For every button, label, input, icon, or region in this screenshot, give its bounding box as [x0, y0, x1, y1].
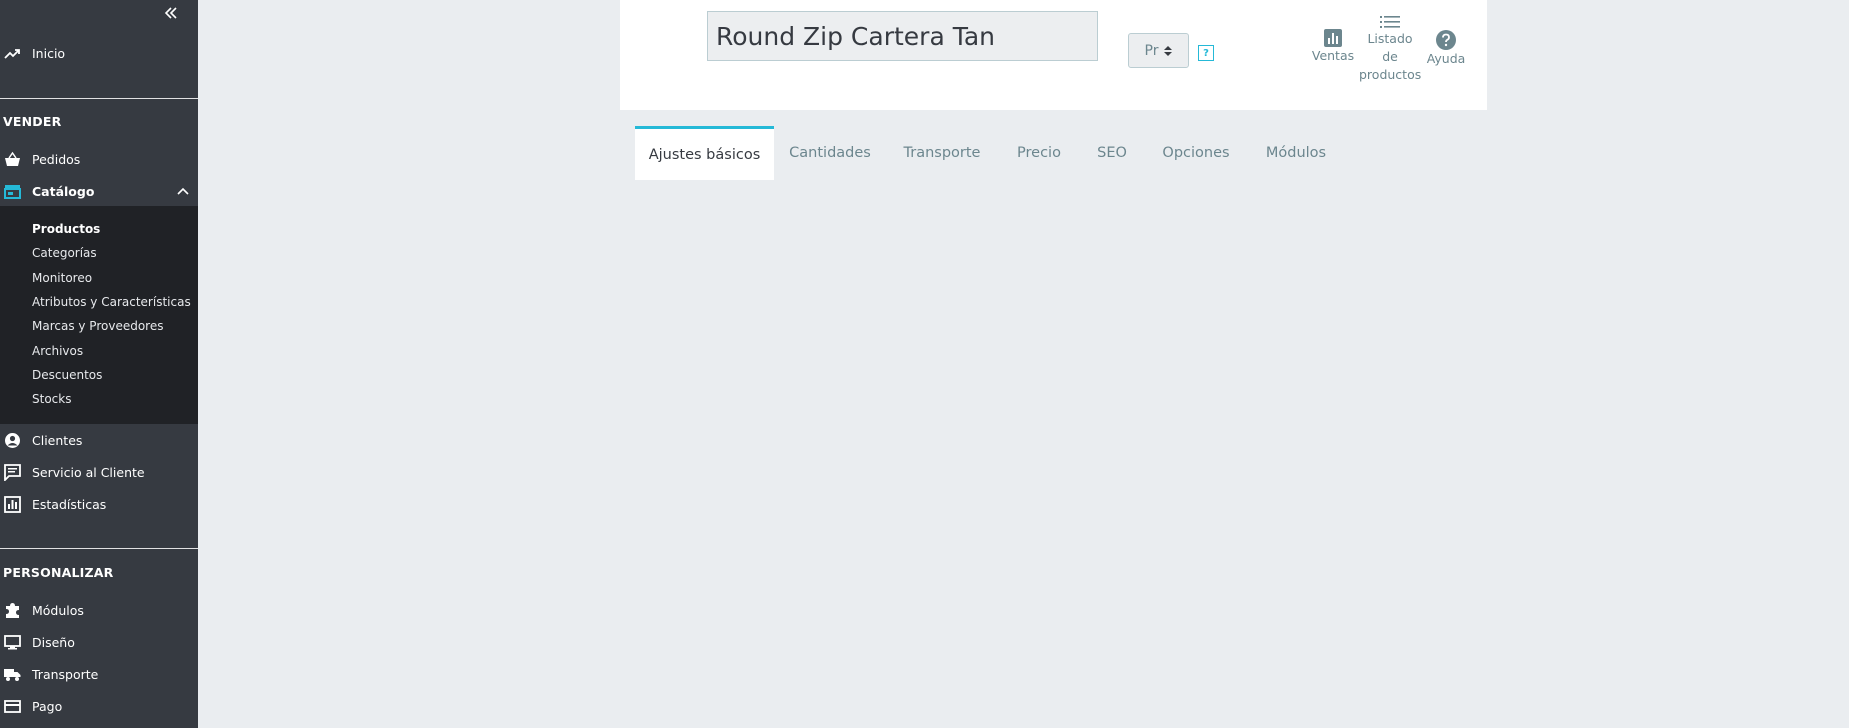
sidebar: Inicio VENDER Pedidos Catálogo Productos…	[0, 0, 198, 728]
collapse-sidebar-button[interactable]	[162, 4, 180, 22]
catalog-submenu: Productos Categorías Monitoreo Atributos…	[0, 206, 198, 424]
submenu-item-files[interactable]: Archivos	[32, 344, 83, 358]
sales-button-label: Ventas	[1311, 48, 1355, 63]
nav-item-customers[interactable]: Clientes	[0, 426, 198, 454]
help-button-label: Ayuda	[1426, 51, 1466, 66]
select-arrows-icon	[1164, 45, 1173, 57]
language-select-value: Pr	[1144, 42, 1159, 59]
help-circle-icon	[1436, 30, 1456, 50]
credit-card-icon	[4, 698, 21, 715]
nav-item-label: Transporte	[32, 666, 99, 682]
nav-item-shipping[interactable]: Transporte	[0, 660, 198, 688]
tab-seo[interactable]: SEO	[1092, 126, 1132, 180]
submenu-item-stocks[interactable]: Stocks	[32, 392, 71, 406]
field-help-icon[interactable]: ?	[1198, 45, 1214, 61]
nav-item-label: Servicio al Cliente	[32, 464, 145, 480]
sales-button[interactable]: Ventas	[1311, 29, 1355, 65]
section-title-customize: PERSONALIZAR	[3, 565, 114, 580]
nav-item-label: Catálogo	[32, 183, 95, 199]
nav-item-design[interactable]: Diseño	[0, 628, 198, 656]
nav-item-modules[interactable]: Módulos	[0, 596, 198, 624]
nav-item-payment[interactable]: Pago	[0, 692, 198, 720]
tab-shipping[interactable]: Transporte	[899, 126, 985, 180]
submenu-item-categories[interactable]: Categorías	[32, 246, 97, 260]
nav-item-dashboard[interactable]: Inicio	[0, 39, 198, 67]
puzzle-icon	[4, 602, 21, 619]
tab-options[interactable]: Opciones	[1160, 126, 1232, 180]
truck-icon	[4, 666, 21, 683]
submenu-item-brands[interactable]: Marcas y Proveedores	[32, 319, 163, 333]
nav-item-label: Módulos	[32, 602, 84, 618]
help-button[interactable]: Ayuda	[1424, 30, 1468, 68]
bar-chart-icon	[4, 496, 21, 513]
nav-item-customer-service[interactable]: Servicio al Cliente	[0, 458, 198, 486]
product-list-label-line3: productos	[1359, 67, 1422, 82]
nav-item-label: Estadísticas	[32, 496, 107, 512]
chat-icon	[4, 464, 21, 481]
product-list-label-line2: de	[1382, 49, 1398, 64]
submenu-item-attributes[interactable]: Atributos y Características	[32, 295, 191, 309]
section-title-sell: VENDER	[3, 114, 62, 129]
submenu-item-discounts[interactable]: Descuentos	[32, 368, 102, 382]
chevron-up-icon	[177, 187, 189, 195]
double-chevron-left-icon	[164, 7, 177, 19]
nav-item-label: Inicio	[32, 45, 66, 61]
account-circle-icon	[4, 432, 21, 449]
basket-icon	[4, 151, 21, 168]
sidebar-divider	[0, 98, 198, 99]
submenu-item-products[interactable]: Productos	[32, 222, 100, 236]
nav-item-orders[interactable]: Pedidos	[0, 145, 198, 173]
sidebar-divider	[0, 548, 198, 549]
tab-quantities[interactable]: Cantidades	[784, 126, 876, 180]
language-select[interactable]: Pr	[1128, 33, 1189, 68]
nav-item-label: Pedidos	[32, 151, 81, 167]
product-list-label-line1: Listado	[1367, 31, 1413, 46]
bar-chart-icon	[1324, 29, 1342, 47]
list-icon	[1380, 16, 1400, 28]
product-name-input[interactable]	[707, 11, 1098, 61]
nav-item-catalog[interactable]: Catálogo	[0, 177, 198, 205]
nav-item-label: Pago	[32, 698, 63, 714]
nav-item-label: Clientes	[32, 432, 83, 448]
nav-item-label: Diseño	[32, 634, 75, 650]
nav-item-stats[interactable]: Estadísticas	[0, 490, 198, 518]
store-icon	[4, 183, 21, 200]
tab-basic-settings[interactable]: Ajustes básicos	[635, 126, 774, 180]
product-list-button[interactable]: Listado de productos	[1359, 14, 1421, 84]
tab-pricing[interactable]: Precio	[1010, 126, 1068, 180]
desktop-icon	[4, 634, 21, 651]
tab-modules[interactable]: Módulos	[1260, 126, 1332, 180]
submenu-item-monitoring[interactable]: Monitoreo	[32, 271, 92, 285]
trending-up-icon	[4, 45, 21, 62]
